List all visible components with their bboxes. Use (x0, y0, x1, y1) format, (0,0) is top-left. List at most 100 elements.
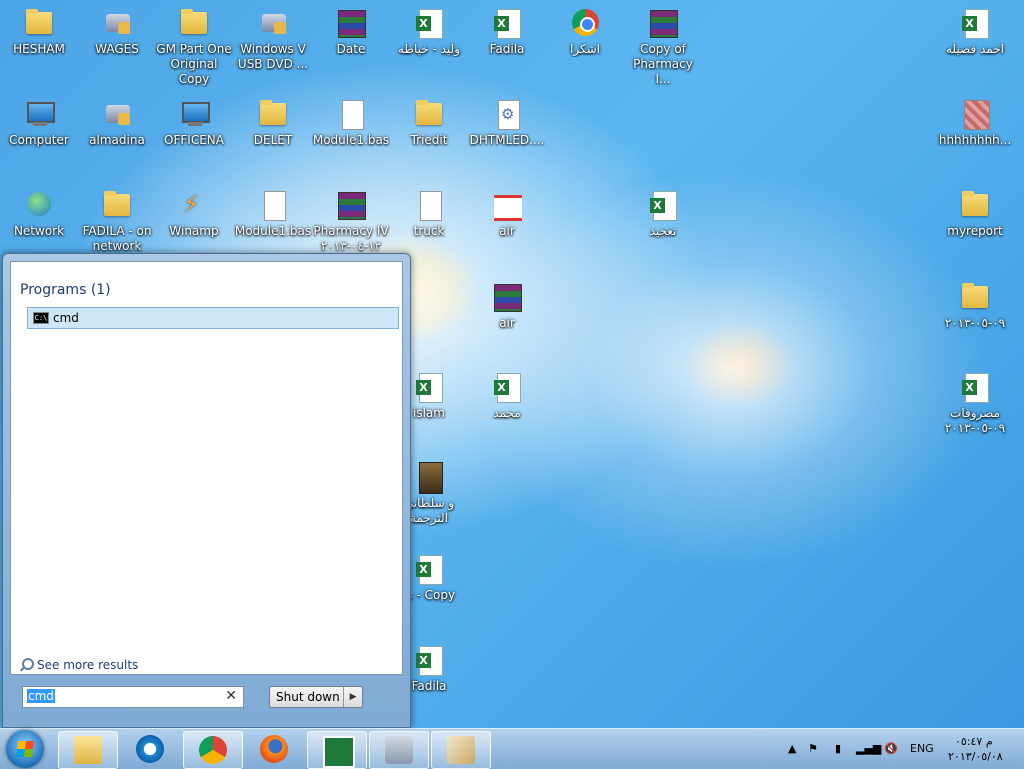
desktop-icon-fadila[interactable]: Fadila (468, 8, 546, 57)
shutdown-options-arrow-icon[interactable]: ▶ (343, 687, 362, 707)
taskbar-excel[interactable] (307, 731, 367, 769)
see-more-results-link[interactable]: See more results (19, 658, 138, 672)
file-icon (334, 99, 368, 130)
clock-date[interactable]: ٢٠١٣/٠٥/٠٨ (948, 750, 1003, 763)
desktop-icon-expenses[interactable]: مصروفات ٠٩-٠٥-٢٠١٣ (936, 372, 1014, 436)
computer-icon (22, 99, 56, 129)
desktop-icon-waleed[interactable]: وليد - خياطه (390, 8, 468, 57)
desktop-icon-mohamed[interactable]: محمد (468, 372, 546, 421)
icon-label: Computer (9, 133, 69, 147)
excel-file-icon (646, 190, 680, 221)
desktop-icon-air-rar[interactable]: air (468, 282, 546, 331)
taskbar: ▲ ⚑ ▮ ▂▄▆ 🔇 ENG م ٠٥:٤٧ ٢٠١٣/٠٥/٠٨ (0, 728, 1024, 769)
battery-icon[interactable]: ▮ (835, 742, 841, 755)
desktop-icon-myreport[interactable]: myreport (936, 190, 1014, 239)
excel-file-icon (412, 554, 446, 585)
excel-file-icon (490, 372, 524, 403)
desktop-icon-computer[interactable]: Computer (0, 99, 78, 148)
desktop-icon-taajeed[interactable]: تعجيد (624, 190, 702, 239)
winamp-icon (177, 190, 211, 220)
icon-label: FADILA - on network (82, 224, 152, 253)
desktop-icon-module1-bas[interactable]: Module1.bas (312, 99, 390, 148)
search-result-cmd[interactable]: C:\ cmd (27, 307, 399, 329)
explorer-icon (74, 736, 102, 764)
desktop-icon-triedit[interactable]: Triedit (390, 99, 468, 148)
firefox-icon (260, 735, 288, 763)
desktop-icon-wages[interactable]: WAGES (78, 8, 156, 57)
start-menu: Programs (1) C:\ cmd See more results cm… (2, 253, 411, 728)
language-indicator[interactable]: ENG (910, 742, 934, 755)
windows-logo-icon (15, 741, 35, 757)
text-file-icon (412, 190, 446, 221)
pen-editor-icon (447, 736, 475, 764)
search-icon (19, 658, 34, 672)
taskbar-program[interactable] (369, 731, 429, 769)
start-search-input[interactable]: cmd ✕ (22, 686, 244, 708)
program-icon (100, 99, 134, 129)
video-file-icon (412, 462, 446, 494)
icon-label: Copy of Pharmacy I... (633, 42, 693, 86)
icon-label: محمد (493, 406, 521, 420)
program-icon (385, 736, 413, 764)
icon-label: Pharmacy IV ١٢-٠٤-٢٠١٣ (313, 224, 389, 253)
desktop-icon-hesham[interactable]: HESHAM (0, 8, 78, 57)
rar-archive-icon (490, 282, 524, 312)
chrome-icon (568, 8, 602, 38)
clock-time[interactable]: م ٠٥:٤٧ (955, 735, 993, 748)
desktop-icon-chrome-shortcut[interactable]: اشكرا (546, 8, 624, 57)
icon-label: OFFICENA (164, 133, 224, 147)
taskbar-firefox[interactable] (245, 731, 303, 767)
signal-icon[interactable]: ▂▄▆ (856, 742, 881, 755)
clear-search-icon[interactable]: ✕ (225, 688, 237, 704)
desktop-icon-truck[interactable]: truck (390, 190, 468, 239)
command-prompt-icon: C:\ (33, 312, 49, 324)
desktop-icon-windows-usb[interactable]: Windows V USB DVD ... (234, 8, 312, 72)
icon-label: مصروفات ٠٩-٠٥-٢٠١٣ (944, 406, 1006, 435)
taskbar-chrome[interactable] (183, 731, 243, 769)
desktop-icon-almadina[interactable]: almadina (78, 99, 156, 148)
desktop-icon-network[interactable]: Network (0, 190, 78, 239)
icon-label: Network (13, 224, 65, 238)
folder-icon (22, 8, 56, 38)
excel-file-icon (958, 8, 992, 39)
system-tray: ▲ ⚑ ▮ ▂▄▆ 🔇 ENG م ٠٥:٤٧ ٢٠١٣/٠٥/٠٨ (780, 729, 1024, 769)
desktop-icon-fadila-network[interactable]: FADILA - on network (78, 190, 156, 254)
desktop-icon-copy-pharmacy[interactable]: Copy of Pharmacy I... (624, 8, 702, 87)
icon-label: احمد فضيله (946, 42, 1004, 56)
show-hidden-icons-icon[interactable]: ▲ (788, 742, 796, 755)
shutdown-label: Shut down (276, 690, 340, 704)
desktop-icon-delet[interactable]: DELET (234, 99, 312, 148)
desktop-icon-officena[interactable]: OFFICENA (155, 99, 233, 148)
rar-archive-icon (334, 8, 368, 38)
icon-label: Triedit (410, 133, 448, 147)
taskbar-internet-explorer[interactable] (121, 731, 179, 767)
program-icon (100, 8, 134, 38)
icon-label: myreport (947, 224, 1003, 238)
taskbar-editor[interactable] (431, 731, 491, 769)
desktop-icon-air[interactable]: air (468, 190, 546, 239)
desktop-icon-date-folder[interactable]: ٠٩-٠٥-٢٠١٣ (936, 282, 1014, 331)
action-center-flag-icon[interactable]: ⚑ (808, 742, 818, 755)
volume-muted-icon[interactable]: 🔇 (884, 742, 898, 755)
excel-file-icon (412, 372, 446, 403)
desktop-icon-ahmed-fadila[interactable]: احمد فضيله (936, 8, 1014, 57)
desktop-icon-hhhhhhhh[interactable]: hhhhhhhh... (936, 99, 1014, 148)
icon-label: اشكرا (570, 42, 600, 56)
settings-file-icon (490, 99, 524, 130)
icon-label: Fadila (489, 42, 525, 56)
icon-label: WAGES (95, 42, 139, 56)
folder-icon (412, 99, 446, 129)
desktop-icon-module1-bas-2[interactable]: Module1.bas (234, 190, 312, 239)
excel-file-icon (412, 8, 446, 39)
icon-label: Winamp (169, 224, 219, 238)
taskbar-explorer[interactable] (58, 731, 118, 769)
start-button[interactable] (6, 730, 44, 768)
desktop-icon-date[interactable]: Date (312, 8, 390, 57)
desktop-icon-dhtmled[interactable]: DHTMLED.... (468, 99, 546, 148)
desktop-icon-winamp[interactable]: Winamp (155, 190, 233, 239)
see-more-label: See more results (37, 658, 139, 672)
desktop-icon-pharmacy-iv[interactable]: Pharmacy IV ١٢-٠٤-٢٠١٣ (312, 190, 390, 254)
desktop-icon-gm-part-one[interactable]: GM Part One Original Copy (155, 8, 233, 87)
folder-icon (177, 8, 211, 38)
shutdown-button[interactable]: Shut down ▶ (269, 686, 363, 708)
